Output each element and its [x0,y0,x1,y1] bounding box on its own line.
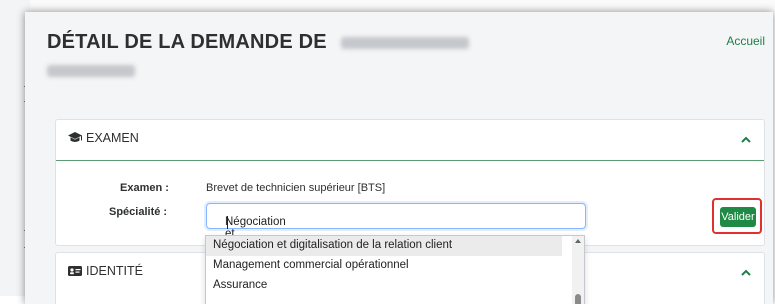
id-card-icon [67,264,83,283]
dropdown-option-label: Assurance [213,279,268,291]
specialty-dropdown-list: Négociation et digitalisation de la rela… [205,235,585,304]
specialty-input[interactable]: Négociation et digitalisation de la rela… [206,203,586,288]
redacted-last-name [47,64,135,77]
background-top-strip [30,0,775,12]
identity-section-title: IDENTITÉ [86,264,143,278]
validate-button-highlight: Valider [712,198,762,234]
scroll-up-arrow-icon[interactable] [575,239,581,243]
specialty-label: Spécialité : [109,206,168,218]
dropdown-option[interactable]: Négociation et digitalisation de la rela… [206,236,562,256]
graduation-cap-icon [67,131,83,150]
exam-label: Examen : [120,182,169,194]
dropdown-option[interactable]: Management commercial opérationnel [206,256,562,276]
request-detail-window: DÉTAIL DE LA DEMANDE DE Accueil EXAMEN E… [25,12,773,304]
dropdown-option-label: Négociation et digitalisation de la rela… [213,239,453,251]
page-title: DÉTAIL DE LA DEMANDE DE [47,28,507,84]
text-cursor [227,216,228,229]
page-title-text: DÉTAIL DE LA DEMANDE DE [47,31,327,53]
dropdown-scrollbar[interactable] [572,236,584,304]
exam-section-title: EXAMEN [86,131,139,145]
redacted-first-name [340,36,469,49]
dropdown-option-label: Management commercial opérationnel [213,259,409,271]
validate-button[interactable]: Valider [720,207,756,227]
home-link[interactable]: Accueil [726,34,765,48]
exam-section-header[interactable]: EXAMEN [56,120,764,161]
chevron-up-icon[interactable] [740,132,752,150]
dropdown-option[interactable]: Assurance [206,276,562,296]
chevron-up-icon[interactable] [740,265,752,283]
exam-section: EXAMEN Examen : Brevet de technicien sup… [55,119,765,288]
exam-value: Brevet de technicien supérieur [BTS] [206,182,386,194]
